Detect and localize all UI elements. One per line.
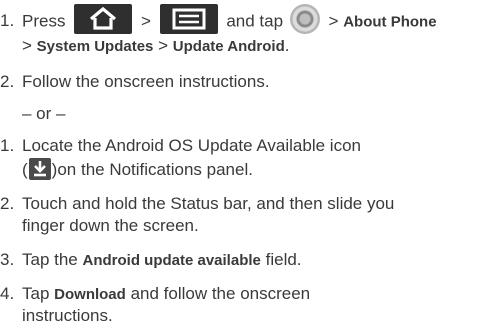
step-text: Follow the onscreen instructions. xyxy=(22,72,270,91)
step-text: and follow the onscreen xyxy=(130,284,311,303)
system-updates-label: System Updates xyxy=(36,38,154,55)
step-number: 1. xyxy=(0,11,15,31)
step-b4-line1: 4. Tap Download and follow the onscreen xyxy=(0,284,310,305)
step-text: Tap the xyxy=(22,250,78,269)
step-text: )on the Notifications panel. xyxy=(51,160,253,179)
separator: > xyxy=(158,36,169,55)
step-a2: 2. Follow the onscreen instructions. xyxy=(0,72,270,92)
menu-icon xyxy=(159,4,218,34)
paren-open: ( xyxy=(22,160,28,179)
step-b2-line1: 2. Touch and hold the Status bar, and the… xyxy=(0,194,394,214)
step-text: Touch and hold the Status bar, and then … xyxy=(22,194,395,213)
separator: > xyxy=(22,36,32,55)
download-label: Download xyxy=(54,286,126,303)
step-b2-line2: finger down the screen. xyxy=(22,216,199,235)
step-a1-line1: 1. Press > and tap > About Phone xyxy=(0,4,437,34)
settings-icon xyxy=(289,4,320,34)
separator: > xyxy=(140,11,151,31)
step-b4-line2: instructions. xyxy=(22,306,113,325)
step-text: Press xyxy=(22,11,66,31)
step-text: Locate the Android OS Update Available i… xyxy=(22,136,361,155)
android-update-available-label: Android update available xyxy=(82,252,261,269)
update-android-label: Update Android xyxy=(172,38,285,55)
step-number: 2. xyxy=(0,194,15,213)
step-b3: 3. Tap the Android update available field… xyxy=(0,250,302,271)
step-text: Tap xyxy=(22,284,50,303)
step-number: 4. xyxy=(0,284,15,303)
or-separator: – or – xyxy=(22,104,66,123)
step-text: field. xyxy=(265,250,302,269)
about-phone-label: About Phone xyxy=(343,13,437,31)
step-number: 2. xyxy=(0,72,15,91)
step-number: 1. xyxy=(0,136,15,155)
home-icon xyxy=(74,4,133,34)
step-b1-line1: 1. Locate the Android OS Update Available… xyxy=(0,136,361,156)
step-text: and tap xyxy=(226,11,284,31)
step-a1-line2: > System Updates > Update Android. xyxy=(22,36,290,55)
step-number: 3. xyxy=(0,250,15,269)
separator: > xyxy=(328,11,339,31)
step-b1-line2: ( )on the Notifications panel. xyxy=(22,158,253,181)
update-available-icon xyxy=(28,158,51,181)
